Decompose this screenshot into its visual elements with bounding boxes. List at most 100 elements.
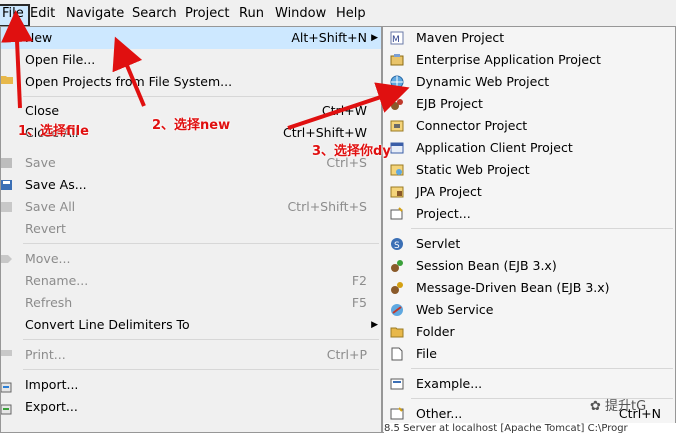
watermark-text: 提升tG [605, 399, 647, 414]
file-save-all-label: Save All [25, 199, 76, 214]
new-ejb-project-label: EJB Project [416, 96, 483, 111]
file-convert-label: Convert Line Delimiters To [25, 317, 190, 332]
app-client-project-icon [390, 142, 404, 154]
file-open-file-label: Open File... [25, 52, 96, 67]
dynamic-web-project-icon [390, 75, 404, 89]
new-servlet[interactable]: S Servlet [383, 233, 675, 255]
file-import[interactable]: Import... [1, 374, 381, 396]
wechat-icon: ✿ [590, 399, 601, 414]
jpa-project-icon [390, 186, 404, 198]
menu-navigate[interactable]: Navigate [62, 4, 128, 23]
annotation-step1: 1、选择file [18, 124, 89, 139]
new-static-web-project[interactable]: Static Web Project [383, 159, 675, 181]
new-maven-project-label: Maven Project [416, 30, 505, 45]
watermark: ✿ 提升tG [590, 395, 646, 414]
file-new-accel: Alt+Shift+N [291, 30, 367, 45]
menu-edit[interactable]: Edit [26, 4, 59, 23]
new-connector-project[interactable]: Connector Project [383, 115, 675, 137]
message-bean-icon [391, 282, 403, 294]
file-rename-accel: F2 [351, 273, 367, 288]
new-ejb-project[interactable]: EJB Project [383, 93, 675, 115]
file-open-projects[interactable]: Open Projects from File System... [1, 71, 381, 93]
new-session-bean-label: Session Bean (EJB 3.x) [416, 258, 557, 273]
menu-run[interactable]: Run [235, 4, 268, 23]
menu-search[interactable]: Search [128, 4, 181, 23]
new-project[interactable]: Project... [383, 203, 675, 225]
static-web-project-icon [390, 164, 404, 176]
new-static-web-project-label: Static Web Project [416, 162, 530, 177]
new-example[interactable]: Example... [383, 373, 675, 395]
file-save-as-label: Save As... [25, 177, 87, 192]
new-file-label: File [416, 346, 437, 361]
menu-separator [411, 368, 673, 369]
svg-text:S: S [394, 241, 400, 251]
menu-separator [411, 228, 673, 229]
connector-project-icon [390, 120, 404, 132]
file-move[interactable]: Move... [1, 248, 381, 270]
new-servlet-label: Servlet [416, 236, 461, 251]
file-rename-label: Rename... [25, 273, 89, 288]
console-text: 8.5 Server at localhost [Apache Tomcat] … [384, 423, 676, 433]
new-app-client-project-label: Application Client Project [416, 140, 573, 155]
menu-separator [23, 96, 379, 97]
new-session-bean[interactable]: Session Bean (EJB 3.x) [383, 255, 675, 277]
file-new[interactable]: New Alt+Shift+N ▶ [1, 27, 381, 49]
file-print[interactable]: Print... Ctrl+P [1, 344, 381, 366]
file-print-accel: Ctrl+P [326, 347, 367, 362]
file-refresh-accel: F5 [351, 295, 367, 310]
new-folder[interactable]: Folder [383, 321, 675, 343]
menu-bar: File Edit Navigate Search Project Run Wi… [0, 0, 676, 27]
new-jpa-project[interactable]: JPA Project [383, 181, 675, 203]
new-folder-label: Folder [416, 324, 455, 339]
folder-icon [390, 327, 404, 338]
file-revert-label: Revert [25, 221, 66, 236]
servlet-icon: S [391, 238, 403, 251]
file-refresh-label: Refresh [25, 295, 73, 310]
new-example-label: Example... [416, 376, 483, 391]
file-rename[interactable]: Rename... F2 [1, 270, 381, 292]
file-export[interactable]: Export... [1, 396, 381, 418]
annotation-step3: 3、选择你dy [312, 144, 391, 159]
menu-separator [23, 339, 379, 340]
submenu-arrow-icon: ▶ [371, 33, 378, 43]
new-connector-project-label: Connector Project [416, 118, 528, 133]
web-service-icon [391, 304, 403, 316]
new-dynamic-web-project[interactable]: Dynamic Web Project [383, 71, 675, 93]
menu-help[interactable]: Help [332, 4, 370, 23]
new-enterprise-app-label: Enterprise Application Project [416, 52, 601, 67]
file-open-file[interactable]: Open File... [1, 49, 381, 71]
new-web-service-label: Web Service [416, 302, 494, 317]
file-print-label: Print... [25, 347, 66, 362]
new-other-label: Other... [416, 406, 463, 421]
file-export-label: Export... [25, 399, 78, 414]
svg-text:M: M [392, 35, 400, 45]
new-enterprise-app-project[interactable]: Enterprise Application Project [383, 49, 675, 71]
menu-window[interactable]: Window [271, 4, 330, 23]
new-web-service[interactable]: Web Service [383, 299, 675, 321]
menu-project[interactable]: Project [181, 4, 233, 23]
file-refresh[interactable]: Refresh F5 [1, 292, 381, 314]
file-import-label: Import... [25, 377, 79, 392]
new-project-label: Project... [416, 206, 471, 221]
annotation-step2: 2、选择new [152, 118, 231, 133]
file-convert-line-delimiters[interactable]: Convert Line Delimiters To ▶ [1, 314, 381, 336]
new-submenu: M Maven Project Enterprise Application P… [382, 26, 676, 433]
maven-project-icon: M [390, 31, 404, 45]
file-save-all[interactable]: Save All Ctrl+Shift+S [1, 196, 381, 218]
file-new-label: New [25, 30, 53, 45]
new-app-client-project[interactable]: Application Client Project [383, 137, 675, 159]
menu-separator [23, 243, 379, 244]
file-save-as[interactable]: Save As... [1, 174, 381, 196]
new-message-driven-bean-label: Message-Driven Bean (EJB 3.x) [416, 280, 610, 295]
file-icon [391, 347, 403, 361]
new-maven-project[interactable]: M Maven Project [383, 27, 675, 49]
file-revert[interactable]: Revert [1, 218, 381, 240]
enterprise-app-icon [390, 54, 404, 66]
file-close-label: Close [25, 103, 60, 118]
new-file[interactable]: File [383, 343, 675, 365]
file-close-accel: Ctrl+W [321, 103, 367, 118]
file-move-label: Move... [25, 251, 71, 266]
new-message-driven-bean[interactable]: Message-Driven Bean (EJB 3.x) [383, 277, 675, 299]
file-menu: New Alt+Shift+N ▶ Open File... Open Proj… [0, 26, 382, 433]
new-dynamic-web-project-label: Dynamic Web Project [416, 74, 550, 89]
